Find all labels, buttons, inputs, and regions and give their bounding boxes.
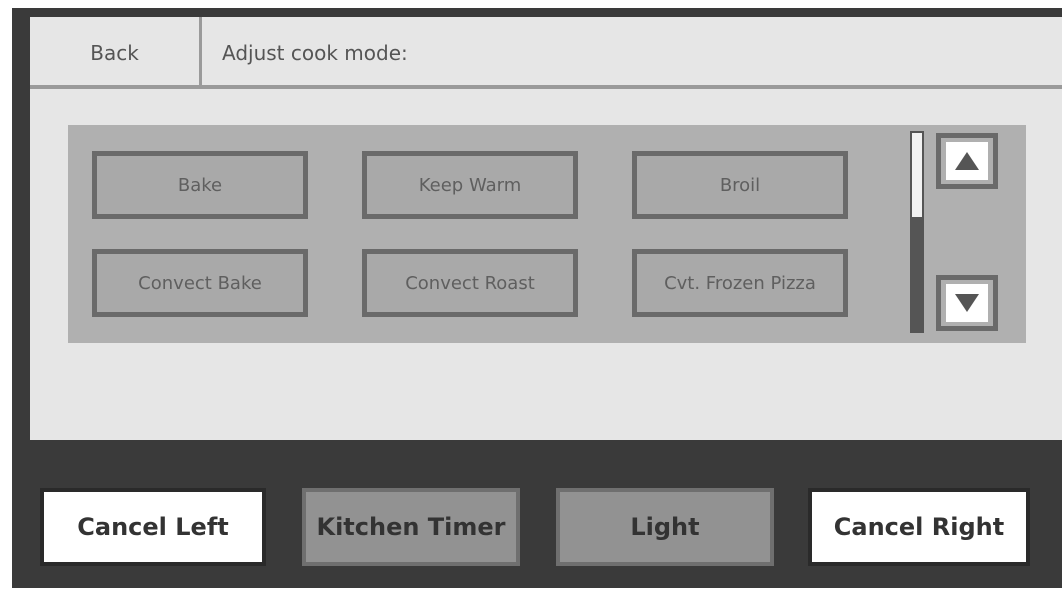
header-bar: Back Adjust cook mode: xyxy=(30,17,1062,89)
back-button[interactable]: Back xyxy=(30,17,202,89)
cvt-frozen-pizza-button[interactable]: Cvt. Frozen Pizza xyxy=(632,249,848,317)
cook-mode-grid: Bake Keep Warm Broil Convect Bake Convec… xyxy=(68,125,1026,343)
cancel-left-button[interactable]: Cancel Left xyxy=(40,488,266,566)
scroll-up-button[interactable] xyxy=(936,133,998,189)
broil-button[interactable]: Broil xyxy=(632,151,848,219)
scrollbar[interactable] xyxy=(910,131,924,333)
keep-warm-button[interactable]: Keep Warm xyxy=(362,151,578,219)
cancel-right-button[interactable]: Cancel Right xyxy=(808,488,1030,566)
light-button[interactable]: Light xyxy=(556,488,774,566)
scroll-down-button[interactable] xyxy=(936,275,998,331)
arrow-down-icon xyxy=(955,294,979,312)
convect-roast-button[interactable]: Convect Roast xyxy=(362,249,578,317)
scrollbar-thumb[interactable] xyxy=(912,133,922,217)
touch-screen: Back Adjust cook mode: Bake Keep Warm Br… xyxy=(26,14,1062,440)
arrow-up-icon xyxy=(955,152,979,170)
kitchen-timer-button[interactable]: Kitchen Timer xyxy=(302,488,520,566)
convect-bake-button[interactable]: Convect Bake xyxy=(92,249,308,317)
page-title: Adjust cook mode: xyxy=(222,41,408,65)
bake-button[interactable]: Bake xyxy=(92,151,308,219)
